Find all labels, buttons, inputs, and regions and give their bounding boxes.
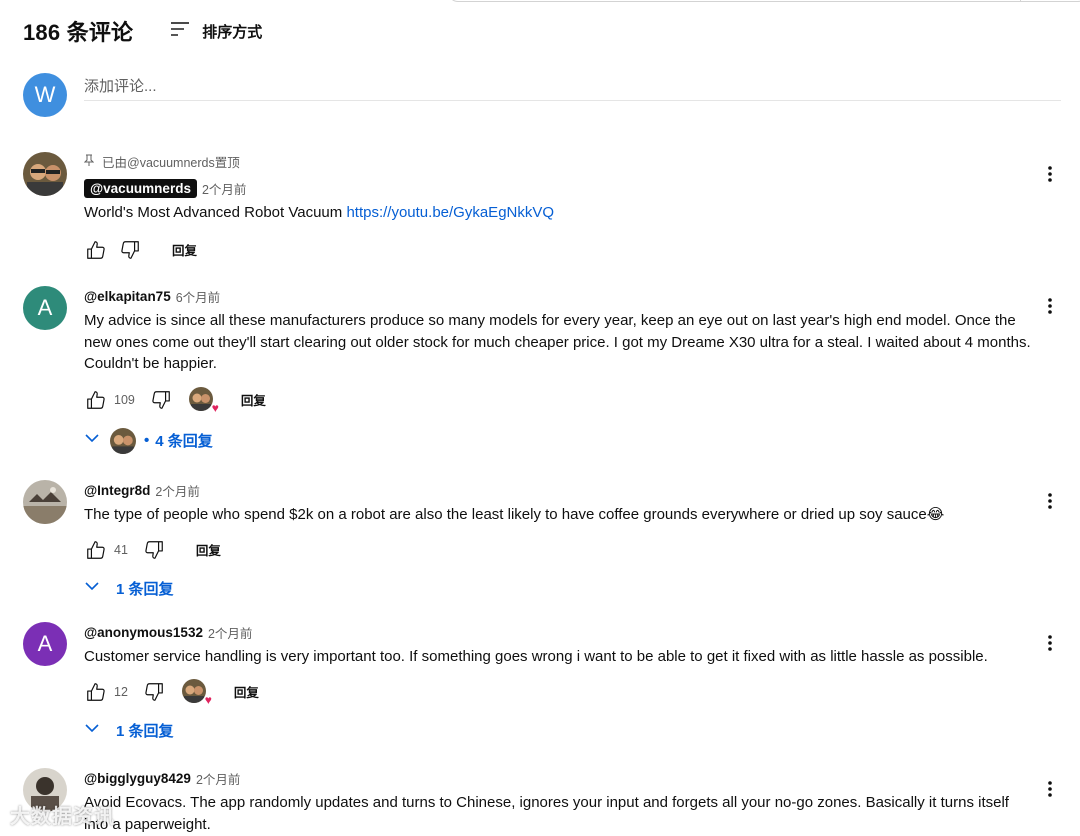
dislike-button[interactable] [118,238,142,262]
comment-text: Avoid Ecovacs. The app randomly updates … [84,794,1009,833]
like-button[interactable] [84,680,108,704]
like-count: 41 [114,542,128,557]
replies-label: 1 条回复 [116,581,174,598]
view-replies-button[interactable]: 1 条回复 [80,574,1034,604]
comment-text: World's Most Advanced Robot Vacuum https… [84,202,1034,224]
creator-avatar [188,386,213,411]
more-options-button[interactable] [1038,631,1062,655]
like-button[interactable] [84,388,108,412]
comment-author[interactable]: @vacuumnerds [84,178,197,198]
like-button[interactable] [84,538,108,562]
avatar[interactable] [23,480,67,524]
creator-avatar [110,427,136,454]
thumbs-up-icon [87,390,105,409]
user-avatar[interactable]: W [23,73,67,117]
comment-count: 186 条评论 [23,20,134,45]
creator-heart: ♥ [181,678,212,707]
more-vert-icon [1048,493,1052,509]
reply-button[interactable]: 回复 [234,682,259,701]
chevron-down-icon [80,716,104,745]
avatar[interactable] [23,152,67,196]
reply-button[interactable]: 回复 [241,390,266,409]
more-vert-icon [1048,781,1052,797]
watermark: 大数据资讯 [10,806,115,828]
comment-author[interactable]: @anonymous1532 [84,625,203,640]
heart-icon: ♥ [211,400,219,415]
thumbs-down-icon [152,390,170,409]
like-count: 109 [114,392,135,407]
view-replies-button[interactable]: 1 条回复 [80,716,1034,746]
comment-author[interactable]: @elkapitan75 [84,289,171,304]
pinned-indicator: 已由@vacuumnerds置顶 [83,152,1034,170]
comment-text: The type of people who spend $2k on a ro… [84,506,945,523]
comment-time[interactable]: 2个月前 [155,481,199,500]
chevron-down-icon [80,574,104,603]
thumbs-up-icon [87,682,105,701]
avatar[interactable]: A [23,622,67,666]
pin-icon [83,154,95,169]
comment-text: Customer service handling is very import… [84,648,988,665]
replies-label: 4 条回复 [155,433,213,450]
dislike-button[interactable] [149,388,173,412]
comment-time[interactable]: 2个月前 [196,769,240,788]
comment-time[interactable]: 2个月前 [208,623,252,642]
dislike-button[interactable] [142,538,166,562]
more-options-button[interactable] [1038,162,1062,186]
comment-text-body: World's Most Advanced Robot Vacuum [84,204,347,221]
more-options-button[interactable] [1038,777,1062,801]
dislike-button[interactable] [142,680,166,704]
more-options-button[interactable] [1038,489,1062,513]
view-replies-button[interactable]: • 4 条回复 [80,426,1034,456]
search-box-edge [448,0,1080,2]
replies-label: 1 条回复 [116,723,174,740]
thumbs-down-icon [145,682,163,701]
thumbs-down-icon [121,240,139,259]
creator-heart: ♥ [188,386,219,415]
like-count: 12 [114,684,128,699]
like-button[interactable] [84,238,108,262]
comment-time[interactable]: 2个月前 [202,179,246,198]
more-vert-icon [1048,635,1052,651]
heart-icon: ♥ [204,692,212,707]
sort-icon [169,20,191,43]
comments-header: 186 条评论 排序方式 [23,16,262,46]
thumbs-up-icon [87,540,105,559]
more-vert-icon [1048,166,1052,182]
sort-label: 排序方式 [202,23,263,41]
thumbs-up-icon [87,240,105,259]
comment-author[interactable]: @Integr8d [84,483,150,498]
replies-dot: • [144,432,150,449]
comment-link[interactable]: https://youtu.be/GykaEgNkkVQ [346,204,554,221]
add-comment-row: W 添加评论... [23,73,1061,119]
thumbs-down-icon [145,540,163,559]
add-comment-input[interactable]: 添加评论... [84,73,1061,101]
avatar[interactable]: A [23,286,67,330]
pinned-label: 已由@vacuumnerds置顶 [102,155,240,170]
sort-button[interactable]: 排序方式 [169,20,262,43]
search-box-divider [1020,0,1021,1]
chevron-down-icon [80,426,104,455]
more-options-button[interactable] [1038,294,1062,318]
comment-time[interactable]: 6个月前 [176,287,220,306]
reply-button[interactable]: 回复 [196,540,221,559]
reply-button[interactable]: 回复 [172,240,197,259]
more-vert-icon [1048,298,1052,314]
comment-author[interactable]: @bigglyguy8429 [84,771,191,786]
comment-text: My advice is since all these manufacture… [84,312,1031,372]
creator-avatar [181,678,206,703]
